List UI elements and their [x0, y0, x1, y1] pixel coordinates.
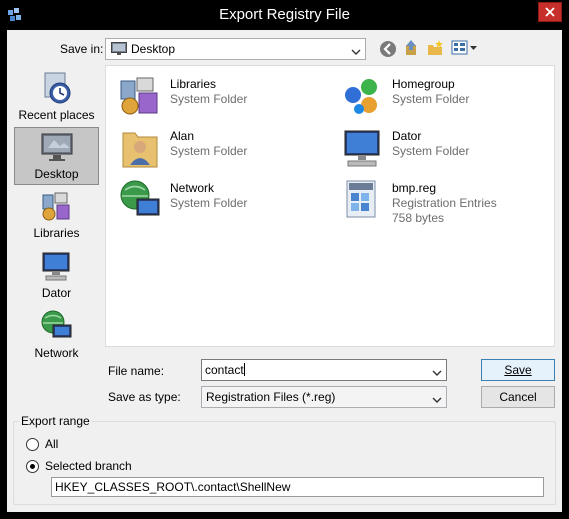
computer-icon [39, 249, 73, 283]
place-network[interactable]: Network [14, 307, 99, 365]
new-folder-icon [428, 40, 443, 55]
places-bar: Recent places Desktop Libraries Dator Ne… [8, 65, 101, 360]
file-name-value: contact [205, 363, 244, 377]
file-type: System Folder [170, 196, 248, 210]
export-range-title: Export range [19, 414, 92, 428]
folder-up-icon [406, 40, 416, 55]
export-range-group: Export range All Selected branch HKEY_CL… [13, 414, 556, 505]
back-arrow-icon [380, 41, 396, 57]
place-label: Recent places [18, 108, 95, 122]
homegroup-icon [339, 73, 385, 119]
save-in-value: Desktop [131, 42, 176, 56]
place-recent-places[interactable]: Recent places [14, 69, 99, 127]
file-name-field[interactable]: contact [201, 359, 447, 381]
selected-branch-radio[interactable] [26, 460, 39, 473]
computer-icon [339, 125, 385, 171]
place-label: Dator [41, 286, 72, 300]
create-new-folder-button[interactable] [425, 38, 445, 58]
save-button[interactable]: Save [481, 359, 555, 381]
title-bar[interactable]: Export Registry File [0, 0, 569, 30]
file-name: Libraries [170, 77, 217, 91]
close-button[interactable] [538, 2, 562, 22]
recent-places-icon [39, 71, 73, 105]
chevron-down-icon [432, 394, 442, 403]
place-label: Network [34, 346, 79, 360]
libraries-icon [117, 73, 163, 119]
file-type: Registration Entries [392, 196, 497, 210]
file-name: Homegroup [392, 77, 455, 91]
window-title: Export Registry File [219, 6, 350, 23]
cancel-button[interactable]: Cancel [481, 386, 555, 408]
all-radio-option[interactable]: All [26, 437, 86, 453]
file-name: Dator [392, 129, 422, 143]
save-in-combo[interactable]: Desktop [105, 38, 366, 60]
text-caret [243, 363, 245, 376]
list-item-bmp-reg[interactable]: bmp.reg Registration Entries 758 bytes [333, 173, 543, 225]
file-type: System Folder [170, 92, 248, 106]
file-name-label: File name: [108, 364, 165, 378]
all-label: All [45, 437, 59, 451]
list-item-libraries[interactable]: Libraries System Folder [111, 69, 321, 119]
close-icon [545, 7, 555, 17]
selected-branch-radio-option[interactable]: Selected branch [26, 459, 166, 475]
place-dator[interactable]: Dator [14, 247, 99, 305]
up-one-level-button[interactable] [401, 38, 421, 58]
save-as-type-label: Save as type: [108, 390, 181, 404]
file-name: bmp.reg [392, 181, 437, 195]
file-name: Network [170, 181, 215, 195]
chevron-down-icon [351, 46, 361, 55]
save-as-type-value: Registration Files (*.reg) [206, 390, 336, 404]
desktop-icon [40, 130, 74, 164]
user-folder-icon [117, 125, 163, 171]
file-size: 758 bytes [392, 211, 445, 225]
branch-path-value: HKEY_CLASSES_ROOT\.contact\ShellNew [55, 480, 291, 494]
libraries-icon [39, 189, 73, 223]
chevron-down-icon[interactable] [432, 367, 442, 381]
selected-branch-label: Selected branch [45, 459, 132, 473]
back-button[interactable] [378, 39, 398, 59]
save-in-label: Save in: [60, 42, 104, 56]
file-name: Alan [170, 129, 195, 143]
list-item-alan[interactable]: Alan System Folder [111, 121, 321, 171]
list-item-dator[interactable]: Dator System Folder [333, 121, 543, 171]
place-label: Libraries [33, 226, 80, 240]
file-list[interactable]: Libraries System Folder Homegroup System… [105, 65, 555, 347]
desktop-icon [111, 42, 127, 59]
branch-path-field[interactable]: HKEY_CLASSES_ROOT\.contact\ShellNew [51, 477, 544, 497]
file-type: System Folder [170, 144, 248, 158]
file-type: System Folder [392, 92, 470, 106]
file-type: System Folder [392, 144, 470, 158]
place-label: Desktop [34, 167, 79, 181]
reg-file-icon [339, 177, 385, 223]
list-item-homegroup[interactable]: Homegroup System Folder [333, 69, 543, 119]
view-menu-button[interactable] [451, 38, 477, 58]
place-libraries[interactable]: Libraries [14, 187, 99, 245]
all-radio[interactable] [26, 438, 39, 451]
list-item-network[interactable]: Network System Folder [111, 173, 321, 223]
export-registry-dialog: Export Registry File Save in: Desktop Re… [0, 0, 569, 519]
network-icon [39, 309, 73, 343]
dialog-body: Save in: Desktop Recent places Desktop L… [7, 30, 562, 512]
network-icon [117, 177, 163, 223]
view-menu-icon [451, 40, 477, 55]
place-desktop[interactable]: Desktop [14, 127, 99, 185]
save-as-type-select[interactable]: Registration Files (*.reg) [201, 386, 447, 408]
